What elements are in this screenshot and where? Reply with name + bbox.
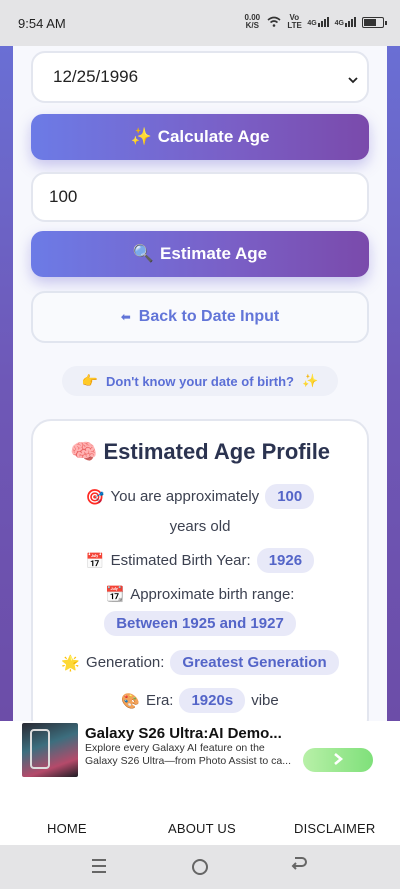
calculate-age-label: Calculate Age xyxy=(157,127,270,146)
profile-title: 🧠 Estimated Age Profile xyxy=(33,439,367,465)
back-icon[interactable] xyxy=(290,855,308,876)
estimate-age-button[interactable]: 🔍 Estimate Age xyxy=(31,231,369,277)
range-value-row: Between 1925 and 1927 xyxy=(33,611,367,636)
status-bar: 9:54 AM 0.00 K/S Vo LTE 4G 4G xyxy=(0,0,400,46)
volte-label: Vo LTE xyxy=(287,13,302,30)
battery-icon xyxy=(362,16,387,28)
brain-icon: 🧠 xyxy=(69,439,98,464)
back-to-date-input-button[interactable]: ⬅ Back to Date Input xyxy=(31,291,369,343)
ad-cta-button[interactable] xyxy=(303,748,373,772)
target-icon: 🎯 xyxy=(85,488,105,506)
generation-row: 🌟 Generation: Greatest Generation xyxy=(33,650,367,675)
chevron-down-icon xyxy=(347,71,359,91)
pointing-hand-icon: 👉 xyxy=(81,373,99,388)
signal-icon: 4G xyxy=(307,17,329,27)
recent-apps-icon[interactable] xyxy=(92,859,106,877)
arrow-left-icon: ⬅ xyxy=(120,310,131,324)
status-time: 9:54 AM xyxy=(18,16,66,31)
spiral-calendar-icon: 📆 xyxy=(105,586,125,603)
era-suffix: vibe xyxy=(251,692,279,709)
birth-year-row: 📅 Estimated Birth Year: 1926 xyxy=(33,548,367,573)
ad-title: Galaxy S26 Ultra:AI Demo... xyxy=(85,725,282,742)
ad-banner[interactable]: Galaxy S26 Ultra:AI Demo... Explore ever… xyxy=(0,721,400,781)
dob-hint-label: Don't know your date of birth? xyxy=(106,373,294,389)
home-icon[interactable] xyxy=(192,859,208,875)
palette-icon: 🎨 xyxy=(121,692,140,710)
approx-prefix: You are approximately xyxy=(110,488,260,505)
calendar-icon: 📅 xyxy=(85,552,105,570)
age-input-value: 100 xyxy=(49,187,78,206)
ad-description: Explore every Galaxy AI feature on the G… xyxy=(85,742,291,767)
era-value: 1920s xyxy=(179,688,246,713)
birth-year-value: 1926 xyxy=(256,548,315,573)
generation-label: Generation: xyxy=(86,654,165,671)
footer-link-disclaimer[interactable]: DISCLAIMER xyxy=(294,821,375,836)
wifi-icon xyxy=(267,16,281,29)
age-input[interactable]: 100 xyxy=(31,172,369,222)
profile-title-text: Estimated Age Profile xyxy=(103,439,331,464)
sparkles-icon: ✨ xyxy=(130,127,152,146)
footer-link-home[interactable]: HOME xyxy=(47,821,87,836)
date-value: 12/25/1996 xyxy=(53,67,139,86)
back-label: Back to Date Input xyxy=(138,308,280,325)
footer-link-about[interactable]: ABOUT US xyxy=(168,821,236,836)
range-value: Between 1925 and 1927 xyxy=(104,611,296,636)
ad-image xyxy=(22,723,78,777)
approx-suffix-row: years old xyxy=(33,518,367,535)
approx-age-value: 100 xyxy=(265,484,315,509)
network-speed: 0.00 K/S xyxy=(244,13,261,30)
dob-unknown-link[interactable]: 👉 Don't know your date of birth? ✨ xyxy=(62,366,338,396)
date-input[interactable]: 12/25/1996 xyxy=(31,51,369,103)
range-label: Approximate birth range: xyxy=(130,585,295,603)
era-label: Era: xyxy=(145,692,174,709)
calculate-age-button[interactable]: ✨ Calculate Age xyxy=(31,114,369,160)
estimate-age-label: Estimate Age xyxy=(160,244,268,263)
generation-value: Greatest Generation xyxy=(170,650,339,675)
sparkles-icon: ✨ xyxy=(301,373,319,388)
era-row: 🎨 Era: 1920s vibe xyxy=(33,688,367,713)
approx-suffix: years old xyxy=(169,518,231,535)
signal-icon-2: 4G xyxy=(335,17,356,27)
status-icons: 0.00 K/S Vo LTE 4G 4G xyxy=(243,13,387,30)
approx-age-row: 🎯 You are approximately 100 xyxy=(33,484,367,509)
chevron-right-icon xyxy=(331,750,345,771)
range-row: 📆 Approximate birth range: xyxy=(33,585,367,604)
system-nav-bar xyxy=(0,845,400,889)
birth-year-label: Estimated Birth Year: xyxy=(110,552,251,569)
star-icon: 🌟 xyxy=(61,654,81,672)
age-profile-card: 🧠 Estimated Age Profile 🎯 You are approx… xyxy=(31,419,369,739)
footer-nav: HOME ABOUT US DISCLAIMER xyxy=(0,781,400,845)
magnifier-icon: 🔍 xyxy=(132,244,155,263)
